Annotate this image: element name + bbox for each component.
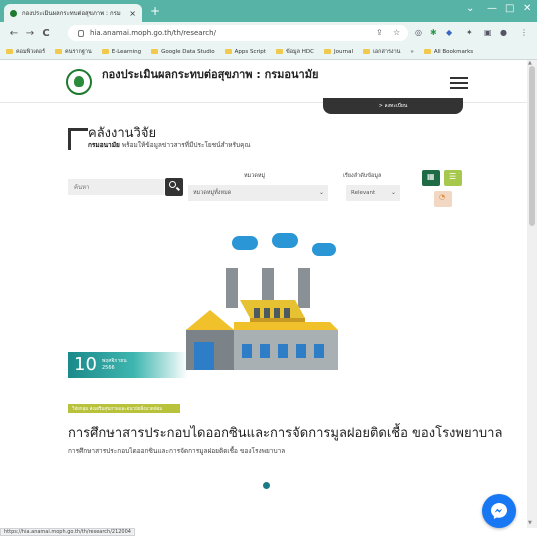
folder-icon — [101, 49, 109, 54]
status-bar-url: https://hia.anamai.moph.go.th/th/researc… — [0, 528, 135, 536]
chevron-down-icon: ⌄ — [318, 189, 324, 196]
restore-icon[interactable]: □ — [505, 3, 514, 14]
site-header: กองประเมินผลกระทบต่อสุขภาพ : กรมอนามัย — [66, 65, 486, 101]
search-button[interactable] — [165, 178, 183, 196]
rss-icon: ◔ — [439, 193, 446, 201]
extensions-puzzle-icon[interactable]: ✦ — [466, 28, 473, 37]
folder-icon — [423, 49, 431, 54]
bookmark-item[interactable]: ข้อมูล HDC — [275, 48, 314, 56]
close-window-icon[interactable]: ✕ — [523, 3, 531, 14]
article-title[interactable]: การศึกษาสารประกอบไดออกซินและการจัดการมูล… — [68, 422, 502, 443]
folder-icon — [55, 49, 63, 54]
minimize-icon[interactable]: — — [487, 3, 497, 14]
category-tag[interactable]: วิจัยกลุ่ม ส่งเสริมสุขภาพและอนามัยสิ่งแว… — [68, 404, 180, 413]
section-subtitle: กรมอนามัย พร้อมให้ข้อมูลข่าวสารที่มีประโ… — [88, 141, 251, 149]
pagination-dot[interactable] — [263, 482, 270, 489]
folder-icon — [323, 49, 331, 54]
camera-icon[interactable]: ◎ — [415, 28, 422, 37]
list-view-icon: ☰ — [449, 172, 457, 181]
back-icon[interactable]: ← — [6, 28, 22, 39]
sort-label: เรียงลำดับข้อมูล — [343, 173, 382, 179]
category-select[interactable]: หมวดหมู่ทั้งหมด ⌄ — [188, 185, 328, 201]
folder-icon — [6, 49, 13, 54]
chevron-down-icon: ⌄ — [390, 189, 396, 196]
star-icon[interactable]: ☆ — [393, 28, 400, 37]
bookmark-item[interactable]: Journal — [323, 49, 353, 55]
all-bookmarks-button[interactable]: All Bookmarks — [423, 49, 473, 55]
bookmarks-bar: คอมพิวเตอร์ คนรากฐาน E-Learning Google D… — [0, 44, 537, 60]
scroll-down-icon[interactable]: ▼ — [528, 520, 532, 526]
register-banner[interactable]: > ลงทะเบียน — [323, 98, 463, 114]
ministry-logo[interactable] — [66, 69, 92, 95]
rss-button[interactable]: ◔ — [434, 191, 452, 207]
folder-icon — [224, 49, 232, 54]
search-icon — [169, 181, 176, 188]
bookmark-item[interactable]: Google Data Studio — [151, 49, 215, 55]
bookmark-item[interactable]: คนรากฐาน — [55, 48, 92, 56]
messenger-icon — [491, 503, 507, 519]
cloud-icon — [272, 233, 298, 248]
tab-close-icon[interactable]: × — [129, 9, 136, 18]
site-favicon-icon — [10, 9, 17, 17]
lock-icon — [78, 29, 84, 37]
search-input[interactable] — [68, 179, 164, 195]
extension-blue-icon[interactable]: ◆ — [446, 28, 452, 37]
scrollbar-thumb[interactable] — [529, 66, 535, 226]
browser-tab[interactable]: กองประเมินผลกระทบต่อสุขภาพ : กรม × — [4, 4, 142, 22]
factory-illustration — [186, 268, 338, 370]
forward-icon[interactable]: → — [22, 28, 38, 39]
folder-icon — [275, 49, 283, 54]
new-tab-button[interactable]: + — [150, 4, 160, 18]
sort-select[interactable]: Relevant ⌄ — [346, 185, 400, 201]
folder-icon — [151, 49, 159, 54]
address-bar-row: ← → C hia.anamai.moph.go.th/th/research/… — [0, 22, 537, 44]
site-title[interactable]: กองประเมินผลกระทบต่อสุขภาพ : กรมอนามัย — [102, 68, 342, 81]
cloud-icon — [232, 236, 258, 250]
bookmark-item[interactable]: E-Learning — [101, 49, 141, 55]
hamburger-menu-icon[interactable] — [450, 77, 468, 89]
list-view-button[interactable]: ☰ — [444, 170, 462, 186]
share-icon[interactable]: ⇪ — [376, 28, 383, 37]
tab-title: กองประเมินผลกระทบต่อสุขภาพ : กรม — [22, 10, 121, 17]
cloud-icon — [312, 243, 336, 256]
menu-kebab-icon[interactable]: ⋮ — [520, 28, 528, 37]
bookmark-item[interactable]: คอมพิวเตอร์ — [6, 48, 45, 56]
extension-green-icon[interactable]: ✱ — [430, 28, 437, 37]
grid-view-button[interactable]: ▦ — [422, 170, 440, 186]
article-summary: การศึกษาสารประกอบไดออกซินและการจัดการมูล… — [68, 447, 286, 455]
side-panel-icon[interactable]: ▣ — [484, 28, 492, 37]
date-day: 10 — [74, 354, 97, 375]
date-month: พฤศจิกายน — [102, 358, 127, 364]
scroll-up-icon[interactable]: ▲ — [528, 60, 532, 66]
grid-view-icon: ▦ — [427, 172, 435, 181]
messenger-chat-button[interactable] — [482, 494, 516, 528]
bookmarks-overflow-button[interactable]: » — [410, 49, 413, 55]
browser-tab-bar: กองประเมินผลกระทบต่อสุขภาพ : กรม × + ⌄ —… — [0, 0, 537, 22]
page-viewport: กองประเมินผลกระทบต่อสุขภาพ : กรมอนามัย >… — [0, 60, 527, 528]
date-year: 2566 — [102, 365, 115, 371]
reload-icon[interactable]: C — [38, 28, 54, 39]
bookmark-item[interactable]: Apps Script — [224, 49, 266, 55]
bookmark-item[interactable]: เอกสารงาน — [363, 48, 400, 56]
url-text: hia.anamai.moph.go.th/th/research/ — [90, 29, 216, 37]
date-badge: 10 พฤศจิกายน 2566 — [68, 352, 188, 378]
profile-avatar-icon[interactable]: ● — [500, 28, 507, 37]
url-field[interactable]: hia.anamai.moph.go.th/th/research/ — [68, 25, 408, 41]
folder-icon — [363, 49, 370, 54]
category-label: หมวดหมู่ — [244, 173, 266, 179]
chevron-down-icon[interactable]: ⌄ — [466, 3, 474, 14]
heading-decoration-icon — [68, 128, 88, 150]
